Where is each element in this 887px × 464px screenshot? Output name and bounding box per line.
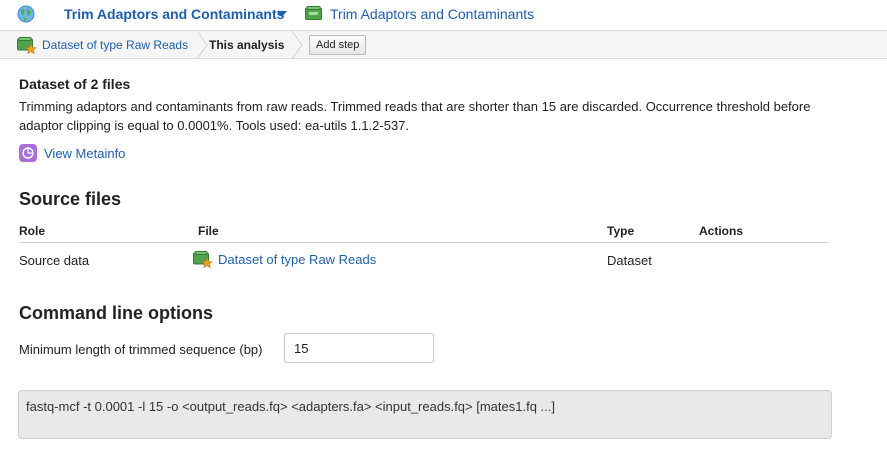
dataset-heading: Dataset of 2 files [19,76,131,92]
globe-icon[interactable] [17,5,35,23]
column-header-role: Role [19,224,46,238]
column-header-type: Type [607,224,635,238]
table-divider [19,242,829,243]
dataset-description: Trimming adaptors and contaminants from … [19,99,811,133]
source-files-heading: Source files [19,189,122,209]
add-step-button[interactable]: Add step [309,35,367,55]
analysis-title-dropdown[interactable]: Trim Adaptors and Contaminants [64,6,284,22]
command-line-heading: Command line options [19,303,214,323]
column-header-file: File [198,224,219,238]
dataset-star-icon [17,37,37,54]
top-header: Trim Adaptors and Contaminants Trim Adap… [0,0,887,30]
min-length-input[interactable] [284,333,434,363]
breadcrumb-current: This analysis [209,38,285,52]
row-role: Source data [19,253,90,268]
breadcrumb: Dataset of type Raw Reads This analysis … [0,30,887,59]
folder-icon [305,6,322,20]
breadcrumb-separator-icon [291,31,303,59]
breadcrumb-separator-icon [196,31,208,59]
row-type: Dataset [607,253,652,268]
caret-down-icon[interactable] [277,11,287,17]
dataset-star-icon [193,251,213,268]
breadcrumb-dataset-link[interactable]: Dataset of type Raw Reads [42,38,188,52]
analysis-link[interactable]: Trim Adaptors and Contaminants [330,6,534,22]
column-header-actions: Actions [699,224,744,238]
view-metainfo-link[interactable]: View Metainfo [44,146,125,161]
row-file-link[interactable]: Dataset of type Raw Reads [218,252,376,267]
metainfo-icon[interactable] [19,144,37,162]
command-preview: fastq-mcf -t 0.0001 -l 15 -o <output_rea… [18,390,832,439]
min-length-label: Minimum length of trimmed sequence (bp) [19,342,263,357]
